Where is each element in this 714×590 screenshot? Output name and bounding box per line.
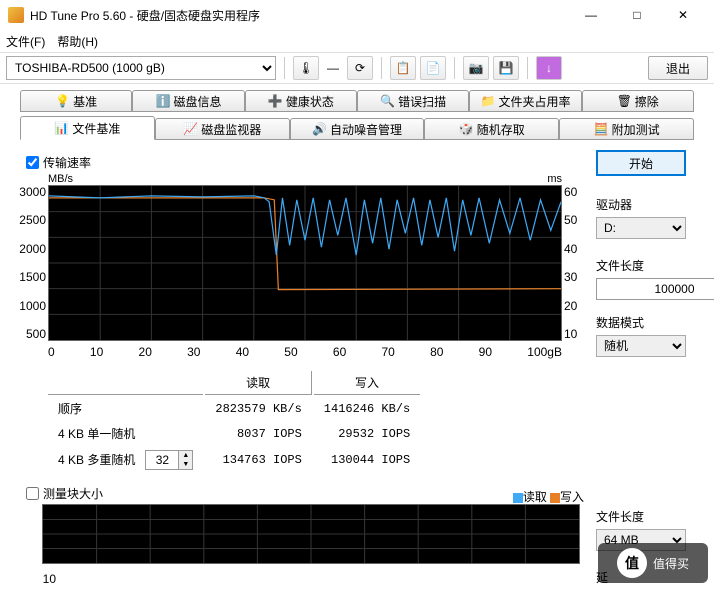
legend: 读取 写入 (513, 488, 584, 505)
drive-label: 驱动器 (596, 196, 696, 213)
options-button[interactable]: ↓ (536, 56, 562, 80)
titlebar: HD Tune Pro 5.60 - 硬盘/固态硬盘实用程序 — □ ✕ (0, 0, 714, 30)
tab-aam[interactable]: 🔊自动噪音管理 (290, 118, 425, 140)
drive-letter-select[interactable]: D: (596, 217, 686, 239)
lightbulb-icon: 💡 (55, 94, 69, 108)
y-unit-right: ms (547, 173, 562, 185)
watermark-icon: 值 (617, 548, 647, 578)
menu-help[interactable]: 帮助(H) (57, 33, 98, 50)
row-4kb-single: 4 KB 单一随机8037 IOPS29532 IOPS (48, 422, 420, 445)
data-mode-label: 数据模式 (596, 314, 696, 331)
block-size-chart (42, 504, 580, 564)
col-write: 写入 (314, 371, 420, 395)
file-length2-label: 文件长度 (596, 508, 696, 525)
extra-icon: 🧮 (594, 122, 608, 136)
random-icon: 🎲 (459, 122, 473, 136)
copy-button[interactable]: 📋 (390, 56, 416, 80)
monitor-icon: 📈 (183, 122, 197, 136)
temperature-icon[interactable]: 🌡 (293, 56, 319, 80)
col-read: 读取 (205, 371, 311, 395)
y-ticks-right: 605040302010 (564, 185, 584, 341)
info-icon: ℹ️ (155, 94, 169, 108)
health-icon: ➕ (268, 94, 282, 108)
transfer-chart: MB/s ms 30002500200015001000500 60504030… (18, 173, 584, 359)
tab-health[interactable]: ➕健康状态 (245, 90, 357, 112)
tab-error-scan[interactable]: 🔍错误扫描 (357, 90, 469, 112)
transfer-rate-checkbox[interactable] (26, 156, 39, 169)
block-size-checkbox[interactable] (26, 487, 39, 500)
file-length-input[interactable] (596, 278, 714, 300)
transfer-rate-label: 传输速率 (43, 154, 91, 171)
tab-random-access[interactable]: 🎲随机存取 (424, 118, 559, 140)
row-sequential: 顺序2823579 KB/s1416246 KB/s (48, 397, 420, 420)
row-4kb-multi: 4 KB 多重随机 ▲▼ 134763 IOPS130044 IOPS (48, 447, 420, 473)
folder-icon: 📁 (480, 94, 494, 108)
menu-file[interactable]: 文件(F) (6, 33, 45, 50)
tab-extra-tests[interactable]: 🧮附加测试 (559, 118, 694, 140)
window-title: HD Tune Pro 5.60 - 硬盘/固态硬盘实用程序 (30, 7, 568, 24)
screenshot-button[interactable]: 📷 (463, 56, 489, 80)
search-icon: 🔍 (380, 94, 394, 108)
queue-depth-spinner[interactable]: ▲▼ (145, 450, 193, 470)
tab-erase[interactable]: 🗑擦除 (582, 90, 694, 112)
y-ticks-left: 30002500200015001000500 (18, 185, 46, 341)
refresh-button[interactable]: ⟳ (347, 56, 373, 80)
temp-sep: — (327, 61, 339, 75)
app-icon (8, 7, 24, 23)
tabs-row-2: 📊文件基准 📈磁盘监视器 🔊自动噪音管理 🎲随机存取 🧮附加测试 (0, 116, 714, 140)
menubar: 文件(F) 帮助(H) (0, 30, 714, 52)
copy-info-button[interactable]: 📄 (420, 56, 446, 80)
file-length-label: 文件长度 (596, 257, 696, 274)
tab-basic[interactable]: 💡基准 (20, 90, 132, 112)
file-bench-icon: 📊 (54, 121, 68, 135)
tab-disk-monitor[interactable]: 📈磁盘监视器 (155, 118, 290, 140)
save-button[interactable]: 💾 (493, 56, 519, 80)
tab-disk-info[interactable]: ℹ️磁盘信息 (132, 90, 244, 112)
x-ticks: 0102030405060708090100gB (48, 345, 562, 359)
block-size-label: 测量块大小 (43, 485, 103, 502)
close-button[interactable]: ✕ (660, 0, 706, 30)
tab-file-benchmark[interactable]: 📊文件基准 (20, 116, 155, 140)
toolbar: TOSHIBA-RD500 (1000 gB) 🌡 — ⟳ 📋 📄 📷 💾 ↓ … (0, 52, 714, 84)
tabs-row-1: 💡基准 ℹ️磁盘信息 ➕健康状态 🔍错误扫描 📁文件夹占用率 🗑擦除 (0, 88, 714, 112)
maximize-button[interactable]: □ (614, 0, 660, 30)
start-button[interactable]: 开始 (596, 150, 686, 176)
minimize-button[interactable]: — (568, 0, 614, 30)
exit-button[interactable]: 退出 (648, 56, 708, 80)
speaker-icon: 🔊 (312, 122, 326, 136)
watermark: 值 值得买 (598, 543, 708, 583)
results-table: 读取写入 顺序2823579 KB/s1416246 KB/s 4 KB 单一随… (46, 369, 422, 475)
y-unit-left: MB/s (48, 173, 73, 185)
drive-select[interactable]: TOSHIBA-RD500 (1000 gB) (6, 56, 276, 80)
data-mode-select[interactable]: 随机 (596, 335, 686, 357)
tab-folder-usage[interactable]: 📁文件夹占用率 (469, 90, 581, 112)
trash-icon: 🗑 (617, 94, 631, 108)
